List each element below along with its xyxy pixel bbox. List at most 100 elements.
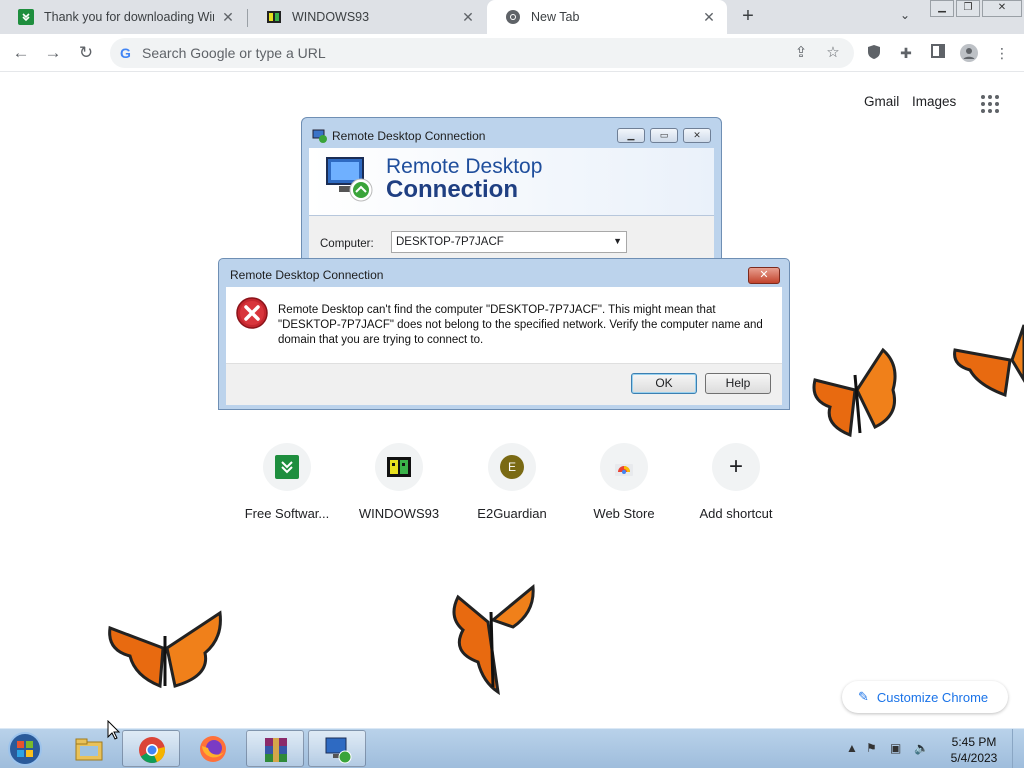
- green-download-icon: [18, 9, 34, 25]
- taskbar: ▲ ⚑ ▣ 🔈 5:45 PM 5/4/2023: [0, 728, 1024, 768]
- close-tab-icon[interactable]: ✕: [460, 9, 476, 25]
- butterfly-decoration: [953, 324, 1024, 398]
- error-icon: [236, 297, 268, 329]
- show-hidden-icons[interactable]: ▲: [846, 741, 858, 755]
- error-message: Remote Desktop can't find the computer "…: [278, 304, 763, 346]
- butterfly-decoration: [452, 584, 535, 696]
- gmail-link[interactable]: Gmail: [864, 94, 899, 109]
- star-icon[interactable]: ☆: [824, 44, 842, 62]
- back-arrow-icon[interactable]: ←: [10, 42, 32, 64]
- share-icon[interactable]: ⇪: [792, 44, 810, 62]
- close-tab-icon[interactable]: ✕: [701, 9, 717, 25]
- tab-new-tab[interactable]: New Tab ✕: [487, 0, 727, 34]
- profile-avatar-icon[interactable]: [960, 44, 978, 62]
- tab-free-software[interactable]: Thank you for downloading WinR ✕: [0, 0, 246, 34]
- tab-strip: Thank you for downloading WinR ✕ WINDOWS…: [0, 0, 1024, 34]
- omnibox-placeholder: Search Google or type a URL: [142, 45, 326, 61]
- rdp-monitor-icon: [326, 157, 373, 202]
- plus-icon: +: [712, 443, 760, 491]
- clock-time: 5:45 PM: [951, 735, 997, 749]
- chrome-icon: [505, 9, 521, 25]
- help-button[interactable]: Help: [705, 373, 771, 394]
- green-download-icon: [263, 443, 311, 491]
- winrar-icon: [265, 738, 287, 762]
- rdp-window: Remote Desktop Connection ▁ ▭ ✕ Remote D…: [301, 117, 722, 278]
- google-g-icon: G: [120, 45, 131, 61]
- letter-e-badge: E: [500, 455, 524, 479]
- chrome-icon: [139, 737, 165, 763]
- close-button[interactable]: ✕: [683, 128, 711, 143]
- shortcut-label: WINDOWS93: [358, 506, 440, 521]
- browser-toolbar: ← → ↻ G Search Google or type a URL ⇪ ☆ …: [0, 34, 1024, 72]
- rdp-banner: Remote Desktop Connection: [309, 148, 714, 216]
- shortcut-label: Add shortcut: [699, 506, 773, 521]
- chevron-down-icon[interactable]: ⌄: [896, 8, 914, 26]
- taskbar-firefox[interactable]: [184, 730, 242, 767]
- windows93-icon: [375, 443, 423, 491]
- rdp-app-icon: [312, 129, 327, 143]
- shortcut-free-software[interactable]: Free Softwar...: [231, 443, 343, 521]
- webstore-icon: [600, 443, 648, 491]
- shortcut-windows93[interactable]: WINDOWS93: [343, 443, 455, 521]
- dialog-content: Remote Desktop can't find the computer "…: [226, 287, 782, 363]
- shortcut-label: E2Guardian: [477, 506, 547, 521]
- close-button[interactable]: ✕: [748, 267, 780, 284]
- close-tab-icon[interactable]: ✕: [220, 9, 236, 25]
- side-panel-icon[interactable]: [929, 44, 947, 62]
- taskbar-winrar[interactable]: [246, 730, 304, 767]
- error-dialog: Remote Desktop Connection ✕ Remote Deskt…: [218, 258, 790, 410]
- tab-title: Thank you for downloading WinR: [44, 10, 214, 24]
- window-title: Remote Desktop Connection: [332, 129, 486, 143]
- reload-icon[interactable]: ↻: [75, 42, 97, 64]
- images-link[interactable]: Images: [912, 94, 956, 109]
- new-tab-button[interactable]: +: [737, 6, 759, 28]
- folder-icon: [75, 738, 103, 761]
- tab-title: WINDOWS93: [292, 10, 370, 24]
- minimize-button[interactable]: ▁: [930, 0, 954, 17]
- ok-button[interactable]: OK: [631, 373, 697, 394]
- shortcut-web-store[interactable]: Web Store: [568, 443, 680, 521]
- shield-extension-icon[interactable]: [865, 44, 883, 62]
- maximize-button[interactable]: ▭: [650, 128, 678, 143]
- network-icon[interactable]: ▣: [890, 741, 901, 755]
- action-center-icon[interactable]: ⚑: [866, 741, 877, 755]
- dialog-footer: OK Help: [226, 363, 782, 405]
- taskbar-chrome[interactable]: [122, 730, 180, 767]
- google-apps-icon[interactable]: [981, 95, 999, 113]
- start-button[interactable]: [6, 731, 44, 767]
- tab-windows93[interactable]: WINDOWS93 ✕: [248, 0, 486, 34]
- computer-combobox[interactable]: DESKTOP-7P7JACF ▼: [391, 231, 627, 253]
- restore-button[interactable]: ❐: [956, 0, 980, 17]
- kebab-menu-icon[interactable]: ⋮: [993, 44, 1011, 62]
- shortcut-e2guardian[interactable]: E E2Guardian: [456, 443, 568, 521]
- extensions-puzzle-icon[interactable]: ✚: [897, 44, 915, 62]
- computer-label: Computer:: [320, 238, 374, 250]
- shortcut-label: Web Store: [593, 506, 655, 521]
- butterfly-decoration: [108, 610, 222, 689]
- shortcut-label: Free Softwar...: [244, 506, 330, 521]
- volume-icon[interactable]: 🔈: [914, 741, 929, 755]
- address-bar[interactable]: G Search Google or type a URL ⇪ ☆: [110, 38, 854, 68]
- mouse-cursor-icon: [107, 720, 121, 740]
- dialog-title: Remote Desktop Connection: [230, 268, 384, 282]
- butterfly-decoration: [812, 347, 897, 438]
- minimize-button[interactable]: ▁: [617, 128, 645, 143]
- letter-e-icon: E: [488, 443, 536, 491]
- windows93-icon: [266, 9, 282, 25]
- rdp-monitor-icon: [325, 737, 352, 764]
- taskbar-remote-desktop[interactable]: [308, 730, 366, 767]
- banner-line2: Connection: [386, 176, 518, 203]
- show-desktop-button[interactable]: [1012, 729, 1024, 768]
- customize-label: Customize Chrome: [876, 689, 989, 705]
- forward-arrow-icon[interactable]: →: [42, 42, 64, 64]
- tab-title: New Tab: [531, 10, 580, 24]
- computer-value: DESKTOP-7P7JACF: [396, 236, 504, 248]
- close-window-button[interactable]: ✕: [982, 0, 1022, 17]
- shortcut-add[interactable]: + Add shortcut: [680, 443, 792, 521]
- system-clock[interactable]: 5:45 PM 5/4/2023: [944, 734, 1004, 766]
- customize-chrome-button[interactable]: ✎ Customize Chrome: [842, 681, 1008, 713]
- firefox-icon: [200, 736, 226, 762]
- clock-date: 5/4/2023: [950, 751, 998, 765]
- pencil-icon: ✎: [858, 689, 869, 704]
- dropdown-arrow-icon[interactable]: ▼: [613, 236, 622, 246]
